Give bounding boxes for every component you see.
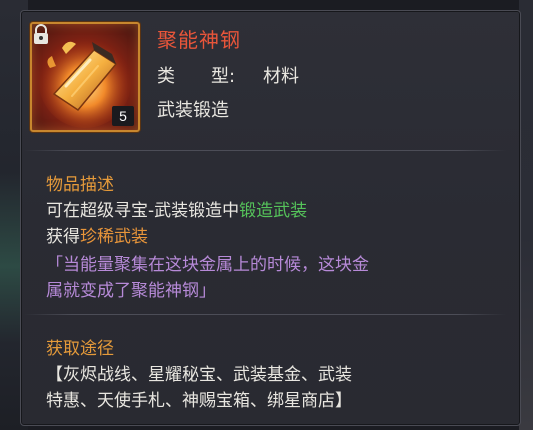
background-right (519, 0, 533, 430)
description-line-2: 获得珍稀武装 (46, 222, 148, 247)
source-title: 获取途径 (46, 339, 114, 359)
description-title: 物品描述 (46, 175, 114, 195)
source-line-2: 特惠、天使手札、神赐宝箱、绑星商店】 (46, 391, 352, 411)
item-type-row: 类 型: 材料 (157, 62, 299, 88)
lore-line-2: 属就变成了聚能神钢」 (46, 281, 216, 301)
item-type-value: 材料 (263, 66, 299, 87)
description-text: 获得 (46, 227, 80, 247)
lore-line-1: 「当能量聚集在这块金属上的时候，这块金 (46, 255, 369, 275)
divider (24, 150, 506, 151)
lock-icon (34, 24, 48, 44)
item-type-label: 类 型: (157, 66, 236, 87)
highlight-forge-armament: 锻造武装 (239, 201, 308, 221)
divider (24, 314, 506, 315)
source-line-1: 【灰烬战线、星耀秘宝、武装基金、武装 (46, 365, 352, 385)
item-name: 聚能神钢 (157, 28, 241, 52)
item-category-tag: 武装锻造 (157, 100, 229, 121)
highlight-rare-armament: 珍稀武装 (80, 227, 148, 247)
description-line-1: 可在超级寻宝-武装锻造中锻造武装 (46, 196, 307, 221)
stack-count-badge: 5 (112, 106, 134, 126)
item-icon-frame[interactable]: 5 (30, 22, 140, 132)
description-text: 可在超级寻宝-武装锻造中 (46, 201, 240, 221)
